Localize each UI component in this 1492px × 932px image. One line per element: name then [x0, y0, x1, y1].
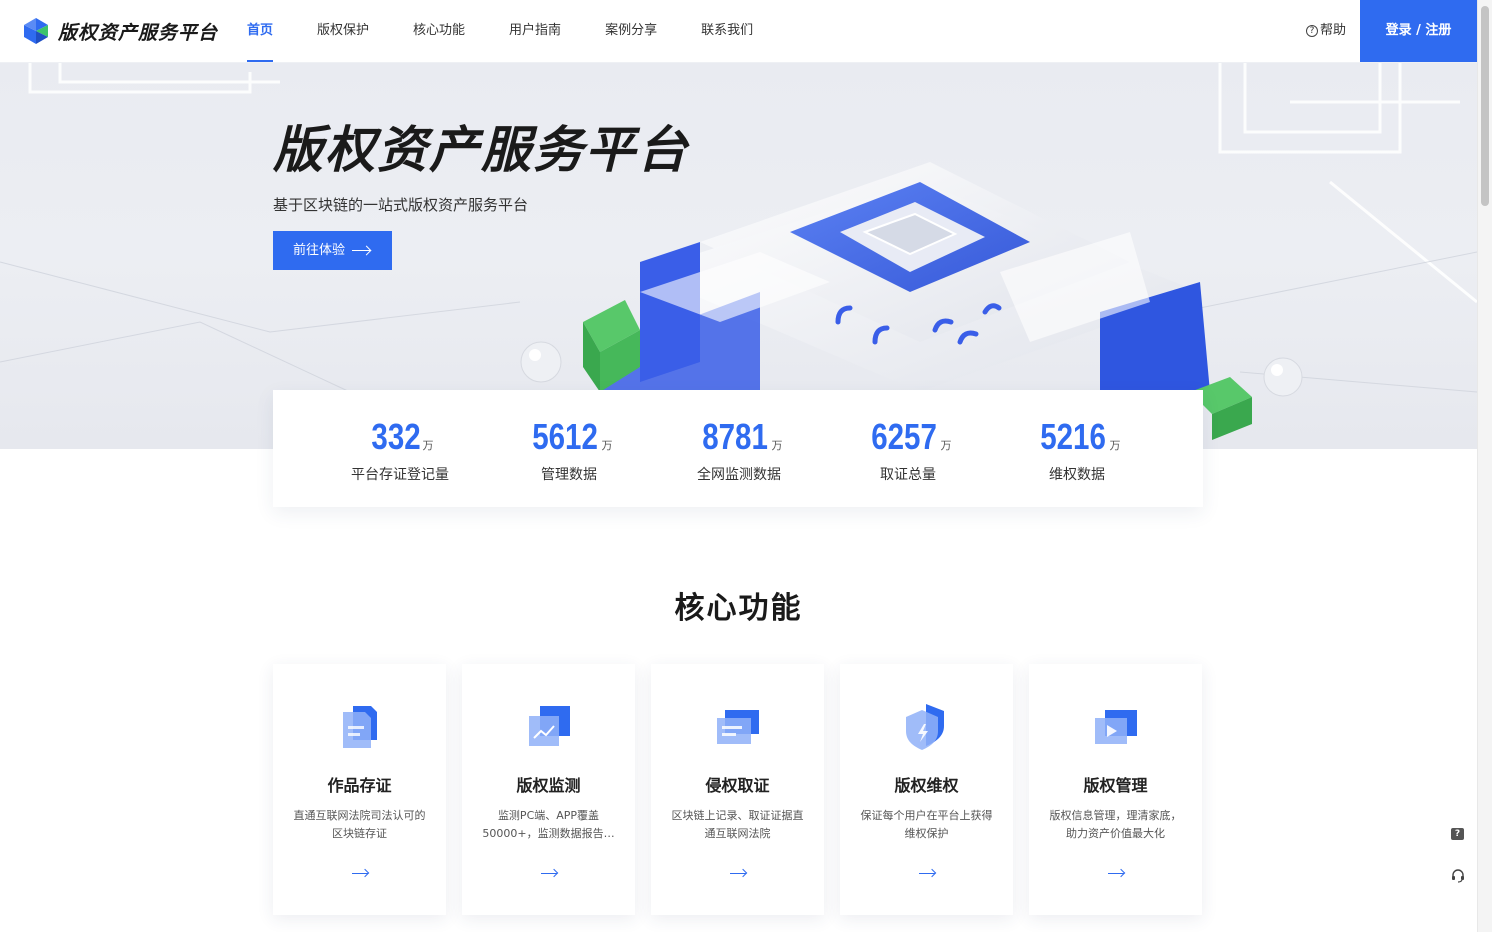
stat-item: 8781 万 全网监测数据	[654, 418, 824, 484]
card-title: 版权管理	[1083, 776, 1148, 795]
main-nav: 首页 版权保护 核心功能 用户指南 案例分享 联系我们	[225, 0, 775, 62]
nav-item-home[interactable]: 首页	[225, 0, 295, 62]
stat-label: 维权数据	[1049, 467, 1105, 483]
feedback-icon[interactable]: ?	[1451, 828, 1464, 840]
help-label: 帮助	[1320, 23, 1347, 38]
card-desc: 监测PC端、APP覆盖50000+，监测数据报告…	[482, 809, 615, 840]
evidence-icon	[717, 710, 759, 744]
stat-item: 332万 平台存证登记量	[315, 418, 485, 484]
core-features-title: 核心功能	[674, 591, 803, 626]
stat-item: 5612 万 管理数据	[484, 418, 654, 484]
arrow-right-icon[interactable]	[730, 873, 746, 874]
help-link[interactable]: ? 帮助	[1306, 0, 1346, 62]
stat-value: 6257	[871, 416, 938, 457]
card-title: 版权监测	[516, 776, 581, 795]
card-desc: 直通互联网法院司法认可的区块链存证	[293, 809, 426, 840]
stat-unit: 万	[422, 439, 434, 452]
logo-text: 版权资产服务平台	[58, 21, 219, 44]
stat-label: 管理数据	[541, 467, 597, 483]
feature-card-evidence[interactable]: 作品存证 直通互联网法院司法认可的区块链存证	[273, 664, 446, 915]
card-desc: 版权信息管理，理清家底，助力资产价值最大化	[1049, 809, 1182, 840]
customer-service-icon[interactable]	[1451, 869, 1465, 883]
try-now-label: 前往体验	[293, 243, 346, 258]
nav-item-core-features[interactable]: 核心功能	[391, 0, 487, 62]
shield-icon	[906, 704, 944, 750]
arrow-right-icon[interactable]	[541, 873, 557, 874]
stat-unit: 万	[771, 439, 783, 452]
arrow-right-icon	[352, 250, 370, 251]
chart-icon	[529, 706, 570, 746]
video-icon	[1095, 710, 1137, 744]
feature-card-management[interactable]: 版权管理 版权信息管理，理清家底，助力资产价值最大化	[1029, 664, 1202, 915]
stat-label: 全网监测数据	[697, 467, 781, 483]
feature-card-rights[interactable]: 版权维权 保证每个用户在平台上获得维权保护	[840, 664, 1013, 915]
stat-unit: 万	[940, 439, 952, 452]
feature-card-forensics[interactable]: 侵权取证 区块链上记录、取证证据直通互联网法院	[651, 664, 824, 915]
login-register-button[interactable]: 登录 / 注册	[1360, 0, 1477, 62]
hero-title: 版权资产服务平台	[273, 121, 689, 179]
card-title: 作品存证	[327, 776, 392, 795]
feature-card-monitoring[interactable]: 版权监测 监测PC端、APP覆盖50000+，监测数据报告…	[462, 664, 635, 915]
arrow-right-icon[interactable]	[919, 873, 935, 874]
logo[interactable]: 版权资产服务平台	[22, 17, 218, 45]
arrow-right-icon[interactable]	[352, 873, 368, 874]
logo-mark-icon	[24, 18, 48, 44]
stat-unit: 万	[601, 439, 613, 452]
top-navbar: 版权资产服务平台 首页 版权保护 核心功能 用户指南 案例分享 联系我们 ? 帮…	[0, 0, 1477, 62]
card-title: 版权维权	[894, 776, 959, 795]
stat-label: 取证总量	[880, 467, 936, 483]
try-now-button[interactable]: 前往体验	[273, 231, 392, 270]
stat-value: 5216	[1040, 416, 1107, 457]
stat-value: 332	[371, 416, 422, 457]
help-icon: ?	[1306, 25, 1318, 37]
nav-item-copyright-protection[interactable]: 版权保护	[295, 0, 391, 62]
scrollbar[interactable]	[1477, 0, 1492, 932]
arrow-right-icon[interactable]	[1108, 873, 1124, 874]
stat-value: 5612	[532, 416, 599, 457]
stats-panel: 332万 平台存证登记量 5612 万 管理数据 8781 万 全网监测数据 625…	[273, 390, 1203, 507]
stat-label: 平台存证登记量	[351, 467, 449, 483]
document-icon	[343, 706, 377, 748]
card-desc: 保证每个用户在平台上获得维权保护	[860, 809, 993, 840]
nav-item-case-sharing[interactable]: 案例分享	[583, 0, 679, 62]
nav-item-user-guide[interactable]: 用户指南	[487, 0, 583, 62]
card-desc: 区块链上记录、取证证据直通互联网法院	[671, 809, 804, 840]
scrollbar-thumb[interactable]	[1481, 6, 1489, 206]
stat-item: 5216 万 维权数据	[992, 418, 1162, 484]
stat-value: 8781	[702, 416, 769, 457]
hero-subtitle: 基于区块链的一站式版权资产服务平台	[273, 196, 529, 214]
card-title: 侵权取证	[705, 776, 770, 795]
stat-unit: 万	[1109, 439, 1121, 452]
stat-item: 6257 万 取证总量	[823, 418, 993, 484]
nav-item-contact-us[interactable]: 联系我们	[679, 0, 775, 62]
